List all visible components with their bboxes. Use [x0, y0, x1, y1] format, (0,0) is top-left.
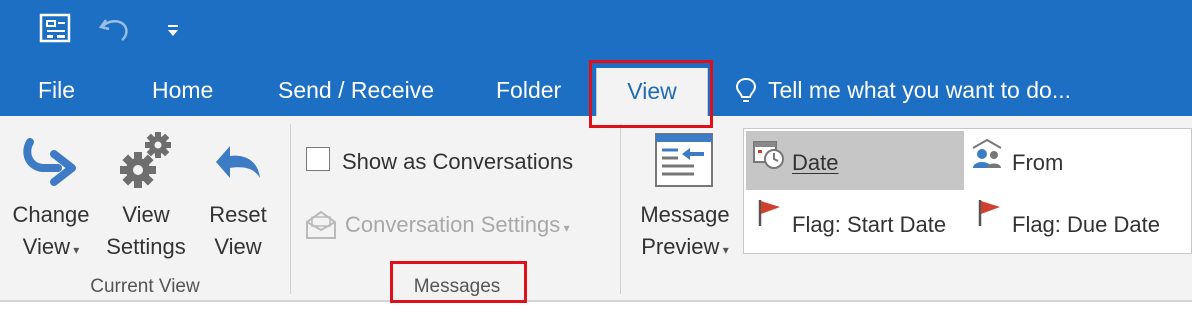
ribbon-bottom-border	[0, 300, 1192, 302]
view-settings-label-1: View	[122, 202, 170, 227]
checkbox[interactable]	[306, 147, 330, 171]
arrange-flag-start-label: Flag: Start Date	[792, 212, 947, 237]
arrange-from-label: From	[1012, 150, 1064, 175]
title-bar	[0, 0, 1192, 62]
arrange-flag-due-label: Flag: Due Date	[1012, 212, 1160, 237]
change-view-label-2: View ▾	[6, 231, 96, 266]
message-preview-icon	[654, 132, 714, 193]
chevron-down-icon: ▾	[560, 221, 570, 235]
chevron-down-icon: ▾	[719, 243, 729, 257]
show-as-conversations-label: Show as Conversations	[342, 149, 574, 174]
tab-send-receive[interactable]: Send / Receive	[278, 76, 434, 104]
change-view-label-1: Change	[12, 202, 90, 227]
group-label-current-view: Current View	[90, 276, 200, 297]
message-preview-label-2: Preview ▾	[630, 231, 740, 266]
undo-icon[interactable]	[98, 14, 132, 49]
group-separator	[290, 124, 291, 294]
tab-home[interactable]: Home	[152, 76, 213, 104]
flag-icon	[976, 198, 1004, 233]
gear-icon	[116, 130, 176, 197]
contact-envelope-icon	[970, 138, 1004, 175]
message-preview-label-1: Message	[640, 202, 730, 227]
lightbulb-icon	[734, 76, 758, 111]
tell-me-search[interactable]: Tell me what you want to do...	[768, 76, 1071, 104]
arrange-date-label: Date	[792, 150, 839, 175]
change-view-icon	[22, 136, 78, 195]
conversation-settings-label: Conversation Settings ▾	[345, 212, 570, 238]
customize-qat-icon[interactable]	[166, 24, 180, 43]
flag-icon	[756, 198, 784, 233]
reset-view-label-1: Reset	[209, 202, 267, 227]
message-preview-label-2-text: Preview	[641, 234, 720, 259]
calendar-clock-icon	[752, 138, 786, 175]
group-separator	[620, 124, 621, 294]
reset-view-label-2: View	[214, 234, 262, 259]
outlook-app-icon[interactable]	[38, 12, 74, 51]
view-settings-label-2: Settings	[106, 234, 186, 259]
highlight-box-view-tab	[589, 60, 713, 128]
change-view-label-2-text: View	[22, 234, 70, 259]
highlight-box-messages	[390, 261, 527, 303]
conversation-settings-icon	[304, 208, 338, 247]
chevron-down-icon: ▾	[69, 243, 80, 257]
tab-folder[interactable]: Folder	[496, 76, 561, 104]
tab-file[interactable]: File	[38, 76, 75, 104]
reset-icon	[210, 140, 266, 189]
conversation-settings-text: Conversation Settings	[345, 212, 561, 237]
